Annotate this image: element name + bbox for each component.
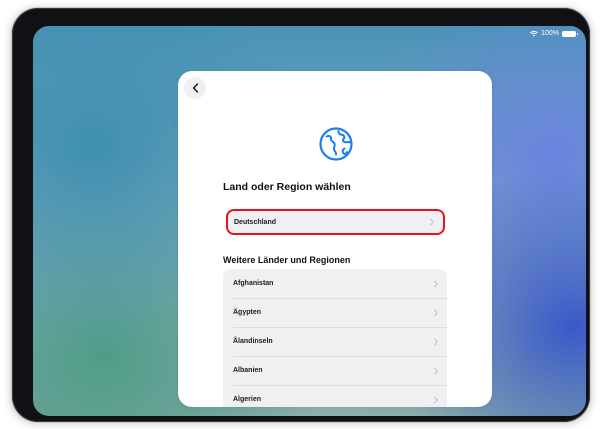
list-item[interactable]: Ålandinseln <box>223 327 447 356</box>
battery-icon <box>562 30 578 37</box>
chevron-left-icon <box>192 83 198 93</box>
chevron-right-icon <box>430 218 434 226</box>
chevron-right-icon <box>434 280 438 287</box>
screenshot-stage: 100% Land oder Region wählen Deutschland… <box>0 0 606 429</box>
back-button[interactable] <box>184 77 206 99</box>
chevron-right-icon <box>434 396 438 403</box>
section-title: Weitere Länder und Regionen <box>223 255 351 265</box>
country-label: Ägypten <box>233 309 261 316</box>
chevron-right-icon <box>434 338 438 345</box>
country-list: Afghanistan Ägypten Ålandinseln Albanien… <box>223 269 447 407</box>
country-label: Albanien <box>233 367 263 374</box>
country-label: Afghanistan <box>233 280 274 287</box>
page-title: Land oder Region wählen <box>223 181 351 193</box>
list-item[interactable]: Afghanistan <box>223 269 447 298</box>
region-selection-sheet: Land oder Region wählen Deutschland Weit… <box>178 71 492 407</box>
ipad-device-frame: 100% Land oder Region wählen Deutschland… <box>12 8 590 422</box>
ipad-screen: 100% Land oder Region wählen Deutschland… <box>33 26 586 416</box>
selected-country-label: Deutschland <box>234 218 277 226</box>
chevron-right-icon <box>434 309 438 316</box>
globe-icon <box>319 127 353 161</box>
status-bar: 100% <box>530 30 578 37</box>
list-item[interactable]: Albanien <box>223 356 447 385</box>
battery-percentage: 100% <box>541 30 559 37</box>
list-item[interactable]: Algerien <box>223 385 447 407</box>
country-label: Algerien <box>233 396 262 403</box>
list-item[interactable]: Ägypten <box>223 298 447 327</box>
chevron-right-icon <box>434 367 438 374</box>
selected-country-row[interactable]: Deutschland <box>228 211 443 233</box>
country-label: Ålandinseln <box>233 338 273 345</box>
wifi-icon <box>530 30 539 37</box>
